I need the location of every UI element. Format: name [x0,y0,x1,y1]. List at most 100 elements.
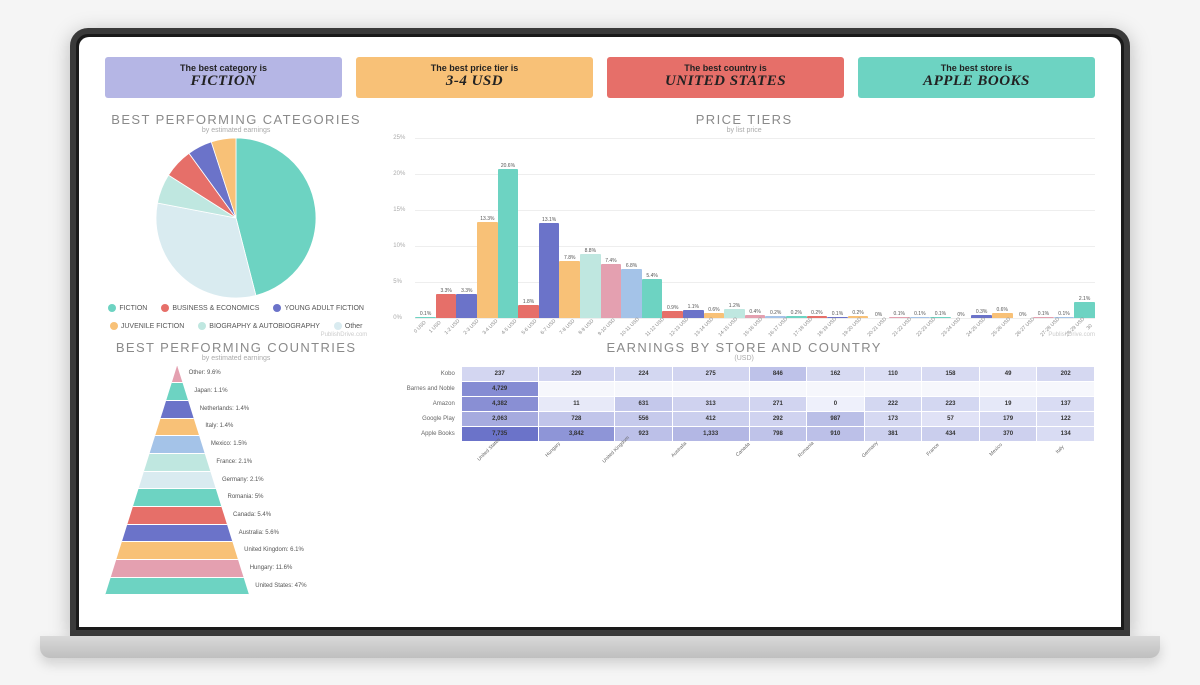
pyramid-label: France: 2.1% [216,459,252,465]
heatmap-cell [672,381,749,396]
panel-price-tiers-bar: PRICE TIERS by list price 0%5%10%15%20%2… [393,112,1095,330]
heatmap-cell: 313 [672,396,749,411]
heatmap-cell: 229 [538,366,615,381]
heatmap-row-header: Apple Books [393,426,461,441]
legend-item: YOUNG ADULT FICTION [273,304,363,312]
legend-item: FICTION [108,304,147,312]
heatmap-cell [979,381,1037,396]
dashboard-screen: The best category is FICTION The best pr… [79,37,1121,627]
heatmap-cell: 49 [979,366,1037,381]
card-value: 3-4 USD [356,73,593,90]
heatmap-cell: 224 [615,366,673,381]
heatmap-cell: 158 [922,366,980,381]
card-label: The best store is [858,63,1095,73]
heatmap-cell: 1,333 [672,426,749,441]
pyramid-label: Canada: 5.4% [233,512,271,518]
card-best-store: The best store is APPLE BOOKS [858,57,1095,98]
heatmap-cell: 19 [979,396,1037,411]
pyramid-label: Australia: 5.6% [239,530,279,536]
heatmap-row-header: Google Play [393,411,461,426]
heatmap-cell: 57 [922,411,980,426]
heatmap-cell: 137 [1037,396,1095,411]
heatmap-cell: 292 [749,411,807,426]
bar [827,317,848,318]
pyramid-label: Japan: 1.1% [194,388,227,394]
card-best-price-tier: The best price tier is 3-4 USD [356,57,593,98]
heatmap-cell: 556 [615,411,673,426]
bar [498,169,519,317]
bar [456,294,477,318]
heatmap-cell [807,381,865,396]
panel-title: BEST PERFORMING COUNTRIES [105,340,367,355]
laptop-mockup: The best category is FICTION The best pr… [70,28,1130,658]
heatmap-cell: 4,729 [461,381,538,396]
pyramid-label: Netherlands: 1.4% [200,406,249,412]
heatmap-cell: 222 [864,396,922,411]
heatmap-cell: 2,063 [461,411,538,426]
laptop-base [40,636,1160,658]
card-value: APPLE BOOKS [858,73,1095,90]
heatmap-cell: 271 [749,396,807,411]
heatmap-row-header: Kobo [393,366,461,381]
heatmap-cell: 179 [979,411,1037,426]
heatmap-x-axis: United StatesHungaryUnited KingdomAustra… [461,442,1095,448]
bar [601,264,622,317]
panel-subtitle: by estimated earnings [105,127,367,134]
panel-earnings-heatmap: EARNINGS BY STORE AND COUNTRY (USD) Kobo… [393,340,1095,596]
bar [580,254,601,317]
heatmap-cell: 275 [672,366,749,381]
card-label: The best country is [607,63,844,73]
heatmap-row-header: Barnes and Noble [393,381,461,396]
heatmap-cell: 728 [538,411,615,426]
pyramid-label: Romania: 5% [228,494,264,500]
heatmap-cell: 162 [807,366,865,381]
bar [662,311,683,317]
heatmap-cell: 202 [1037,366,1095,381]
pie-legend: FICTION BUSINESS & ECONOMICS YOUNG ADULT F… [105,304,367,330]
panel-title: EARNINGS BY STORE AND COUNTRY [393,340,1095,355]
panel-title: PRICE TIERS [393,112,1095,127]
bar [539,223,560,317]
heatmap-cell: 987 [807,411,865,426]
bar [621,269,642,318]
legend-item: BIOGRAPHY & AUTOBIOGRAPHY [198,322,320,330]
pyramid-label: Germany: 2.1% [222,477,264,483]
heatmap-cell: 631 [615,396,673,411]
attribution: PublishDrive.com [321,332,368,338]
summary-cards-row: The best category is FICTION The best pr… [105,57,1095,98]
heatmap-cell [922,381,980,396]
pyramid-label: Mexico: 1.5% [211,441,247,447]
bar [518,305,539,318]
panel-title: BEST PERFORMING CATEGORIES [105,112,367,127]
heatmap-row-header: Amazon [393,396,461,411]
bar [1074,302,1095,317]
pyramid-chart: Other: 9.6%Japan: 1.1%Netherlands: 1.4%I… [105,366,367,596]
heatmap-cell: 223 [922,396,980,411]
bar [642,279,663,318]
panel-countries-pyramid: BEST PERFORMING COUNTRIES by estimated e… [105,340,367,596]
heatmap-cell: 4,382 [461,396,538,411]
heatmap-cell: 122 [1037,411,1095,426]
pyramid-label: United Kingdom: 6.1% [244,547,304,553]
pyramid-label: Hungary: 11.6% [250,565,293,571]
heatmap-cell [538,381,615,396]
bar [477,222,498,318]
bar [910,317,931,318]
card-best-category: The best category is FICTION [105,57,342,98]
heatmap-cell: 11 [538,396,615,411]
pie-chart [156,138,316,298]
legend-item: Other [334,322,363,330]
heatmap-cell [615,381,673,396]
heatmap-table: Kobo23722922427584616211015849202Barnes … [393,366,1095,442]
heatmap-cell: 173 [864,411,922,426]
screen-bezel: The best category is FICTION The best pr… [70,28,1130,636]
legend-item: BUSINESS & ECONOMICS [161,304,259,312]
bar-chart: 0%5%10%15%20%25%0.1%3.3%3.3%13.3%20.6%1.… [393,138,1095,318]
pyramid-label: United States: 47% [255,583,306,589]
pyramid-label: Italy: 1.4% [205,423,233,429]
heatmap-cell [749,381,807,396]
card-label: The best price tier is [356,63,593,73]
card-best-country: The best country is UNITED STATES [607,57,844,98]
bar [704,313,725,317]
heatmap-cell [864,381,922,396]
